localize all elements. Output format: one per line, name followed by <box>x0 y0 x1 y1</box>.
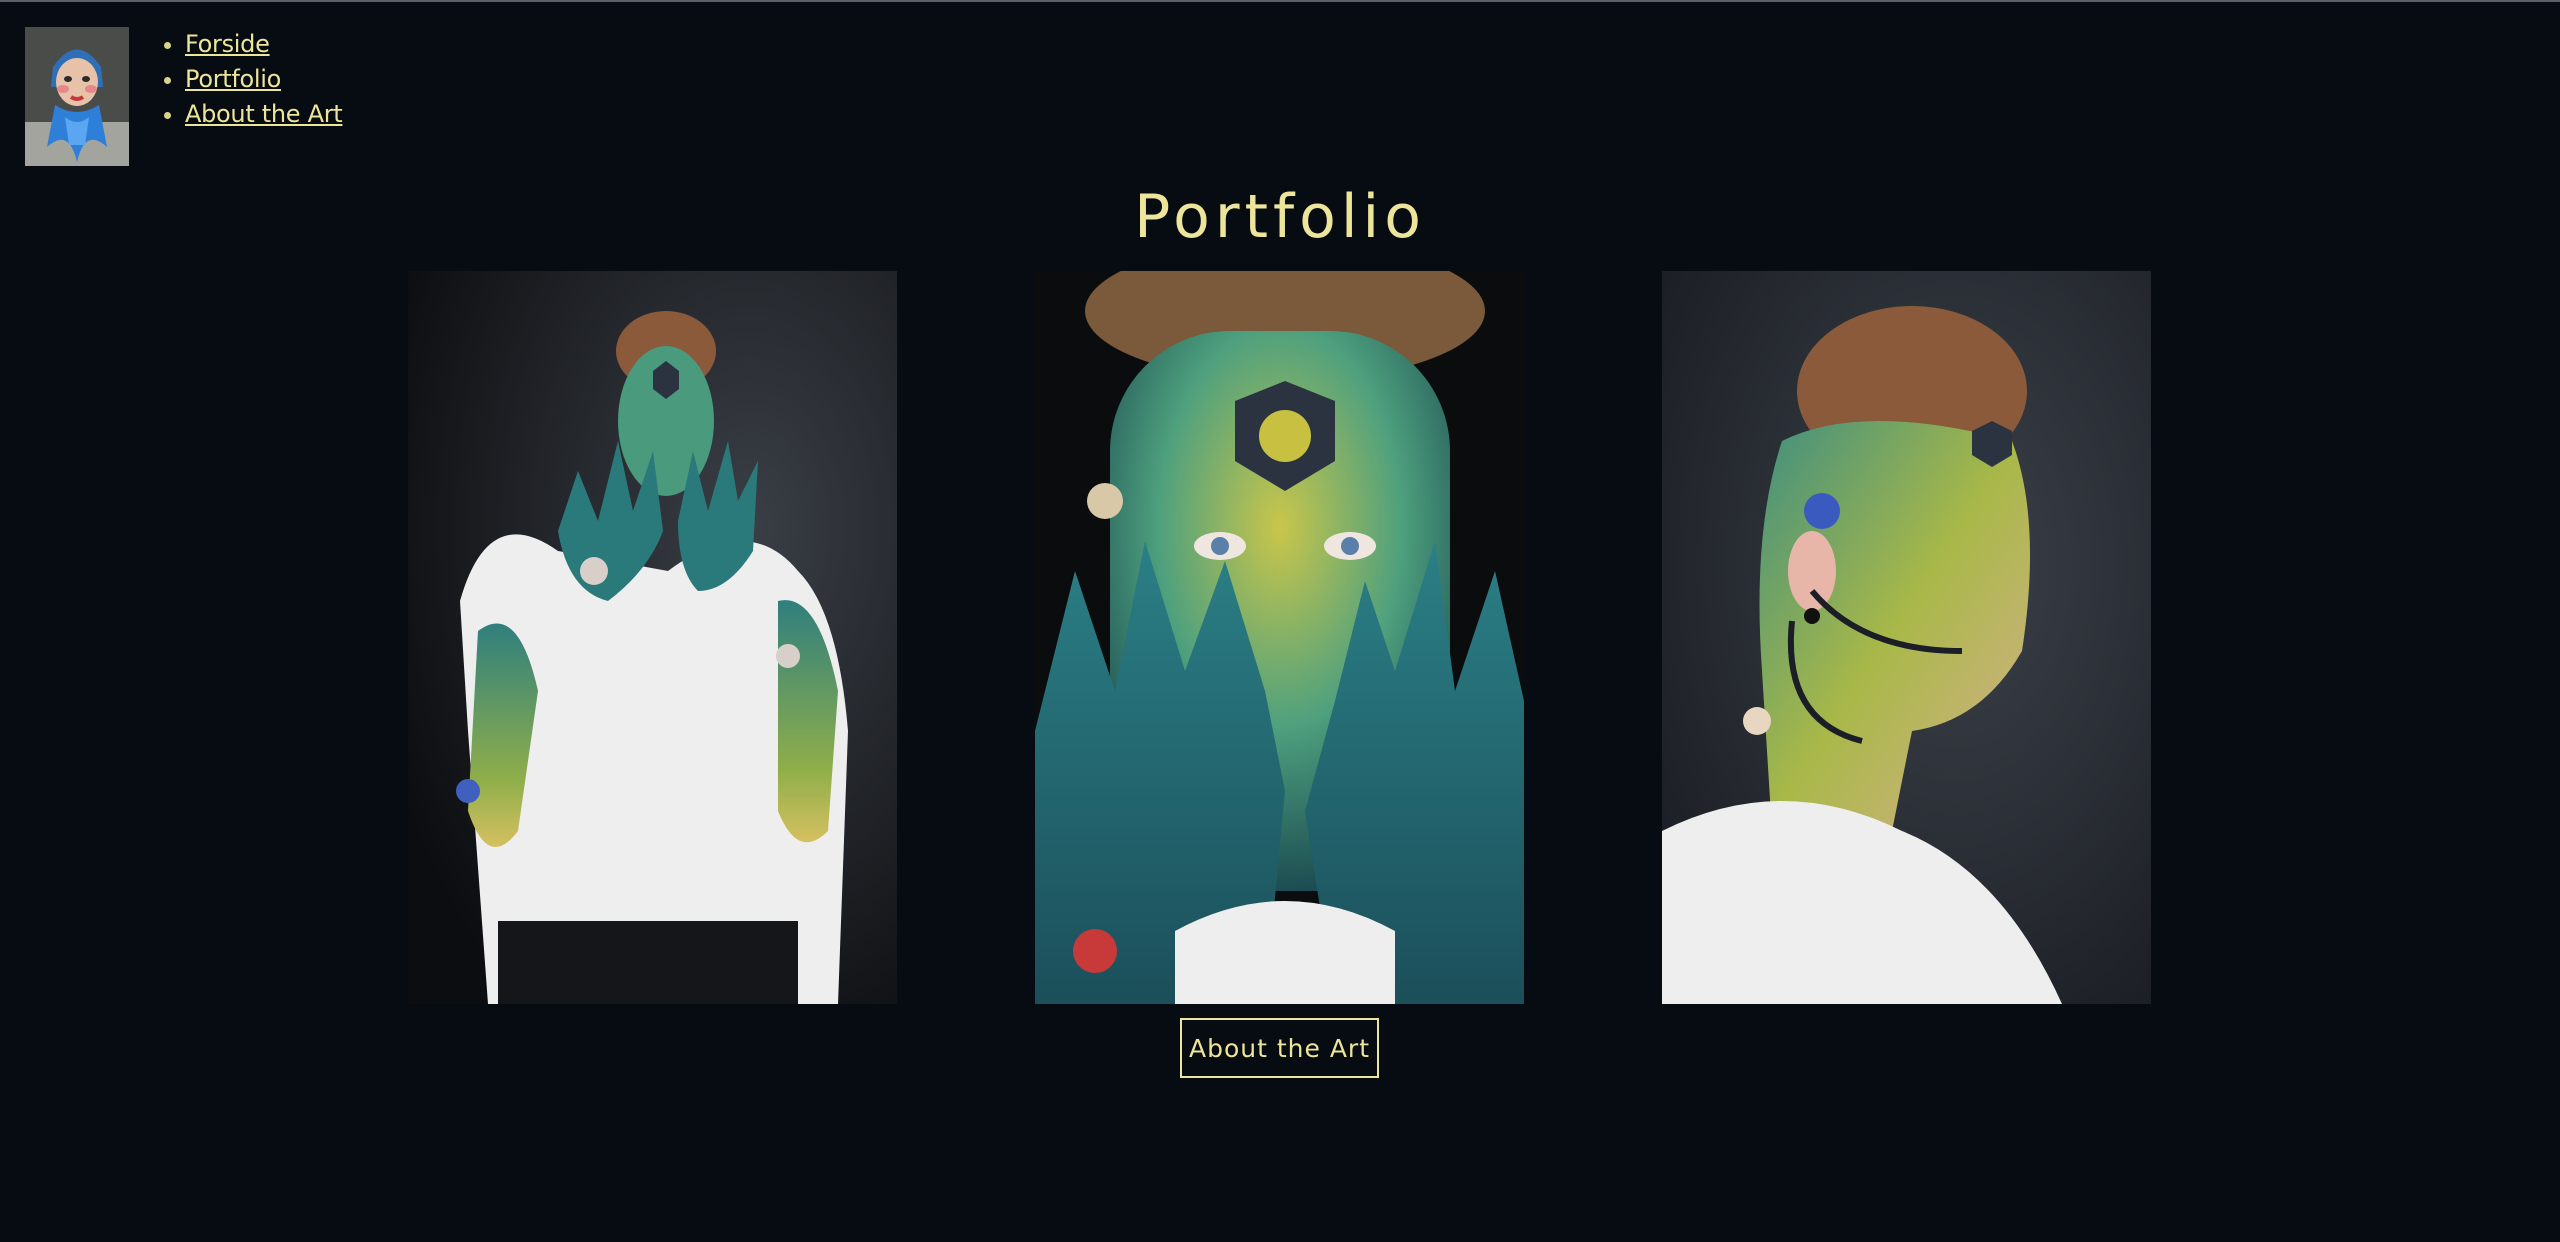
nav-item-about: About the Art <box>185 97 343 132</box>
site-logo-avatar[interactable] <box>25 27 129 166</box>
nav-item-portfolio: Portfolio <box>185 62 342 97</box>
main-nav: Forside Portfolio About the Art <box>149 27 343 132</box>
page-title: Portfolio <box>1134 182 1426 252</box>
portfolio-photo-2[interactable] <box>1035 271 1524 1004</box>
top-rule <box>0 0 2560 2</box>
nav-link-forside[interactable]: Forside <box>185 30 270 58</box>
site-header: Forside Portfolio About the Art <box>25 27 343 166</box>
nav-link-about-the-art[interactable]: About the Art <box>185 100 343 128</box>
portfolio-photo-1[interactable] <box>408 271 897 1004</box>
portfolio-photo-3[interactable] <box>1662 271 2151 1004</box>
nav-item-forside: Forside <box>185 27 342 62</box>
about-the-art-button[interactable]: About the Art <box>1180 1018 1379 1078</box>
nav-link-portfolio[interactable]: Portfolio <box>185 65 281 93</box>
